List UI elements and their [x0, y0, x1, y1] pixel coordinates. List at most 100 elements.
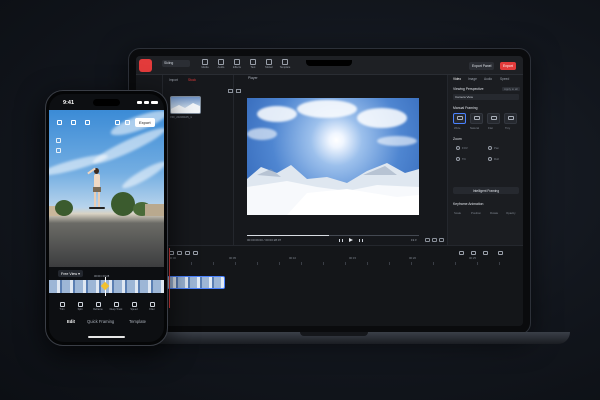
- settings-icon[interactable]: [439, 238, 444, 242]
- tool-sticker-button[interactable]: Sticker: [262, 58, 276, 73]
- deep-track-icon: [113, 302, 119, 307]
- preview-grid-icon[interactable]: [236, 89, 241, 93]
- signal-icon: [137, 101, 142, 104]
- phone-tab-template[interactable]: Template: [129, 319, 146, 324]
- export-button[interactable]: Export: [500, 62, 516, 70]
- apply-all-button[interactable]: Apply to all: [502, 87, 520, 91]
- house: [145, 204, 164, 216]
- timeline-playhead[interactable]: [169, 248, 170, 308]
- timeline-video-clip[interactable]: [165, 276, 225, 289]
- phone-export-button[interactable]: Export: [135, 118, 155, 127]
- props-tab-speed[interactable]: Speed: [500, 77, 509, 81]
- preview-timecode: 00:00:09:00 / 00:00:28:07: [247, 238, 282, 242]
- media-tab-stock[interactable]: Stock: [188, 78, 196, 82]
- snap-icon[interactable]: [483, 251, 488, 255]
- phone-toolbar: Trim Split Reframe Deep Track Speed Filt…: [53, 302, 161, 314]
- back-icon[interactable]: [57, 120, 62, 125]
- redo-icon[interactable]: [125, 120, 130, 125]
- export-panel-button[interactable]: Export Panel: [469, 62, 495, 70]
- media-clip-caption: VID_20230105_1: [170, 115, 192, 119]
- project-select[interactable]: Skiing: [162, 60, 190, 67]
- zoom-in-icon[interactable]: [471, 251, 476, 255]
- pan-dial-icon[interactable]: [488, 146, 492, 150]
- play-icon[interactable]: [349, 238, 353, 242]
- framing-wide-label: Wide: [454, 126, 461, 130]
- phone-tool-reframe[interactable]: Reframe: [89, 302, 107, 311]
- camera-view-select[interactable]: Camera View: [453, 94, 519, 100]
- frame-wide-icon: [456, 116, 463, 120]
- frame-flat-icon: [490, 116, 497, 120]
- phone-tool-split[interactable]: Split: [71, 302, 89, 311]
- pan-label: Pan: [494, 146, 499, 150]
- kf-position-label: Position: [471, 211, 481, 215]
- delete-icon[interactable]: [193, 251, 198, 255]
- timeline-ruler: [169, 262, 519, 265]
- roll-label: Roll: [494, 157, 499, 161]
- framing-natural-button[interactable]: [470, 113, 483, 124]
- next-frame-icon[interactable]: [359, 239, 363, 242]
- filter-icon: [149, 302, 155, 307]
- trim-icon: [59, 302, 65, 307]
- fov-dial-icon[interactable]: [456, 146, 460, 150]
- skater-body: [94, 174, 100, 188]
- preview-option-icon[interactable]: [228, 89, 233, 93]
- zoom-out-icon[interactable]: [459, 251, 464, 255]
- fullscreen-icon[interactable]: [432, 238, 437, 242]
- phone-tab-quick-framing[interactable]: Quick Framing: [87, 319, 114, 324]
- free-view-select[interactable]: Free View ▾: [58, 270, 83, 277]
- tilt-dial-icon[interactable]: [456, 157, 460, 161]
- phone-tool-speed[interactable]: Speed: [125, 302, 143, 311]
- media-clip-thumbnail[interactable]: [170, 96, 201, 114]
- tool-text-button[interactable]: Text: [246, 58, 260, 73]
- cloud: [377, 136, 417, 146]
- frame-natural-icon: [473, 116, 480, 120]
- preview-progress-track[interactable]: [329, 235, 419, 236]
- zoom-label: Zoom: [453, 137, 462, 141]
- status-time: 9:41: [63, 100, 75, 106]
- layers-icon[interactable]: [56, 148, 61, 153]
- viewing-perspective-label: Viewing Perspective: [453, 87, 484, 91]
- fit-timeline-icon[interactable]: [498, 251, 503, 255]
- intelligent-framing-button[interactable]: Intelligent Framing: [453, 187, 519, 194]
- keyframe-animation-label: Keyframe Animation: [453, 202, 484, 206]
- aspect-icon[interactable]: [56, 138, 61, 143]
- phone-icon[interactable]: [85, 120, 90, 125]
- zoom-select[interactable]: Fit ▾: [411, 238, 417, 242]
- media-icon: [202, 59, 208, 65]
- roll-dial-icon[interactable]: [488, 157, 492, 161]
- prev-frame-icon[interactable]: [339, 239, 343, 242]
- phone-tab-edit[interactable]: Edit: [67, 319, 75, 324]
- preview-video[interactable]: [247, 98, 419, 215]
- tool-template-button[interactable]: Template: [278, 58, 292, 73]
- preview-progress-played[interactable]: [247, 235, 329, 236]
- tilt-label: Tilt: [462, 157, 466, 161]
- undo-icon[interactable]: [115, 120, 120, 125]
- frame-tiny-icon: [507, 116, 514, 120]
- crop-icon[interactable]: [71, 120, 76, 125]
- tick-label: 00:15: [349, 256, 356, 260]
- framing-natural-label: Natural: [470, 126, 480, 130]
- framing-tiny-button[interactable]: [504, 113, 517, 124]
- tick-label: 00:25: [469, 256, 476, 260]
- wifi-icon: [144, 101, 149, 104]
- tool-audio-button[interactable]: Audio: [214, 58, 228, 73]
- aspect-ratio-icon[interactable]: [425, 238, 430, 242]
- framing-flat-button[interactable]: [487, 113, 500, 124]
- framing-tiny-label: Tiny: [505, 126, 511, 130]
- redo-icon[interactable]: [177, 251, 182, 255]
- phone-tool-filter[interactable]: Filter: [143, 302, 161, 311]
- split-icon[interactable]: [185, 251, 190, 255]
- tree: [111, 192, 135, 216]
- framing-wide-button[interactable]: [453, 113, 466, 124]
- phone-video-preview[interactable]: [49, 110, 164, 267]
- props-tab-image[interactable]: Image: [468, 77, 477, 81]
- props-tab-audio[interactable]: Audio: [484, 77, 492, 81]
- kf-rotate-label: Rotate: [490, 211, 499, 215]
- props-tab-video[interactable]: Video: [453, 77, 461, 81]
- tool-media-button[interactable]: Media: [198, 58, 212, 73]
- phone-tool-trim[interactable]: Trim: [53, 302, 71, 311]
- phone-tool-deep-track[interactable]: Deep Track: [107, 302, 125, 311]
- tool-effects-button[interactable]: Effects: [230, 58, 244, 73]
- media-tab-import[interactable]: Import: [169, 78, 178, 82]
- phone-screen: 9:41 Export Free View ▾ 00:09 / 00:28 Tr…: [49, 94, 164, 342]
